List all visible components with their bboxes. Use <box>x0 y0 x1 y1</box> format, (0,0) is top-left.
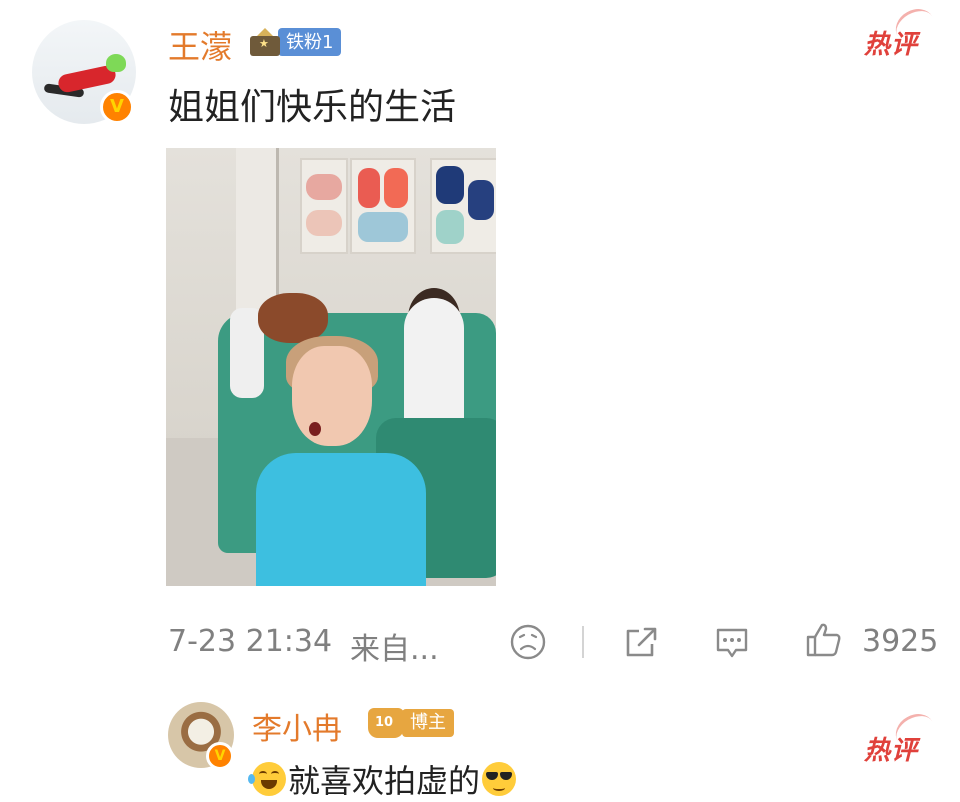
fan-badge[interactable]: ★ 铁粉1 <box>248 28 342 56</box>
comment-time: 7-23 21:34 <box>168 624 333 659</box>
like-count: 3925 <box>862 624 939 659</box>
comment-source[interactable]: 来自... <box>350 624 439 668</box>
like-icon[interactable] <box>804 620 844 660</box>
fan-crown-icon: ★ <box>248 28 282 56</box>
hot-comment-label: 热评 <box>864 736 919 766</box>
action-divider <box>582 626 584 658</box>
verified-icon: V <box>100 90 134 124</box>
comment-photo[interactable] <box>166 148 496 586</box>
avatar-figure-head <box>106 54 126 72</box>
blogger-crown-icon: 10 <box>368 708 404 738</box>
username[interactable]: 王濛 <box>168 22 232 68</box>
hot-comment-label: 热评 <box>864 30 919 60</box>
username[interactable]: 李小冉 <box>252 704 342 748</box>
share-icon[interactable] <box>622 622 662 662</box>
comment-text: 就喜欢拍虚的 <box>288 762 481 800</box>
sunglasses-emoji <box>482 762 517 796</box>
sad-face-icon[interactable] <box>508 622 548 662</box>
comment-icon[interactable] <box>712 622 752 662</box>
verified-icon: V <box>206 742 234 770</box>
comment-text: 姐姐们快乐的生活 <box>168 87 457 128</box>
laughing-crying-emoji <box>248 762 286 796</box>
blogger-badge-label: 博主 <box>402 709 454 737</box>
blogger-badge[interactable]: 10 博主 <box>368 708 454 738</box>
comment-text-row: 就喜欢拍虚的 <box>248 756 517 802</box>
fan-badge-label: 铁粉1 <box>278 28 342 56</box>
